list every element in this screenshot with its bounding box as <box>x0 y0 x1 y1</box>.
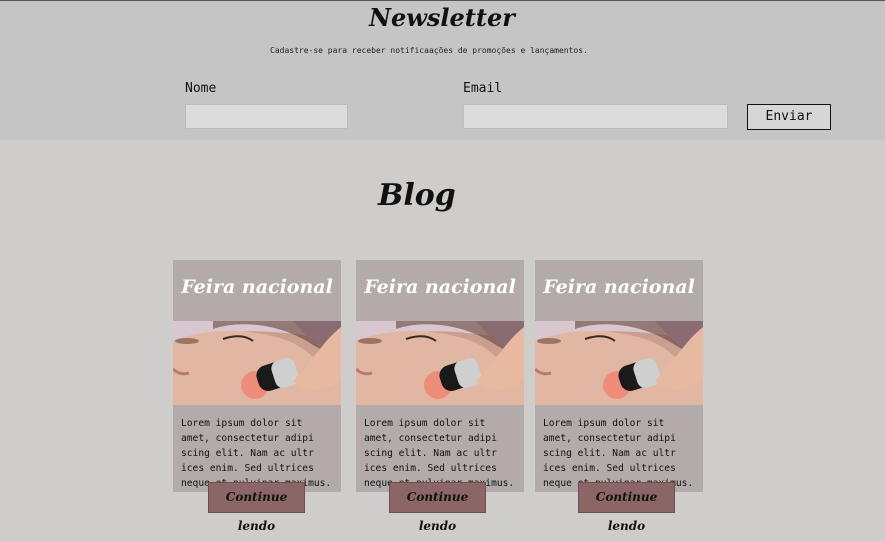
blog-card: Feira nacional Lorem ipsum dolor sit ame… <box>173 260 341 492</box>
newsletter-title: Newsletter <box>369 3 515 32</box>
facial-treatment-photo <box>356 321 524 405</box>
card-title: Feira nacional <box>181 276 333 298</box>
blog-card: Feira nacional Lorem ipsum dolor sit ame… <box>535 260 703 492</box>
card-title: Feira nacional <box>543 276 695 298</box>
facial-treatment-photo <box>173 321 341 405</box>
blog-card: Feira nacional Lorem ipsum dolor sit ame… <box>356 260 524 492</box>
newsletter-section: Newsletter Cadastre-se para receber noti… <box>0 0 885 140</box>
card-excerpt: Lorem ipsum dolor sit amet, consectetur … <box>181 418 332 489</box>
continue-reading-button[interactable]: Continue lendo <box>208 482 305 533</box>
continue-reading-button[interactable]: Continue lendo <box>389 482 486 533</box>
card-title: Feira nacional <box>364 276 516 298</box>
card-excerpt: Lorem ipsum dolor sit amet, consectetur … <box>364 418 515 489</box>
card-excerpt: Lorem ipsum dolor sit amet, consectetur … <box>543 418 693 489</box>
name-label: Nome <box>185 81 217 96</box>
continue-reading-button[interactable]: Continue lendo <box>578 482 675 533</box>
facial-treatment-photo <box>535 321 703 405</box>
email-label: Email <box>463 81 503 96</box>
submit-button[interactable]: Enviar <box>747 104 831 130</box>
newsletter-subtitle: Cadastre-se para receber notificaações d… <box>270 46 588 55</box>
name-input[interactable] <box>185 104 348 129</box>
blog-title: Blog <box>378 178 456 213</box>
email-input[interactable] <box>463 104 728 129</box>
